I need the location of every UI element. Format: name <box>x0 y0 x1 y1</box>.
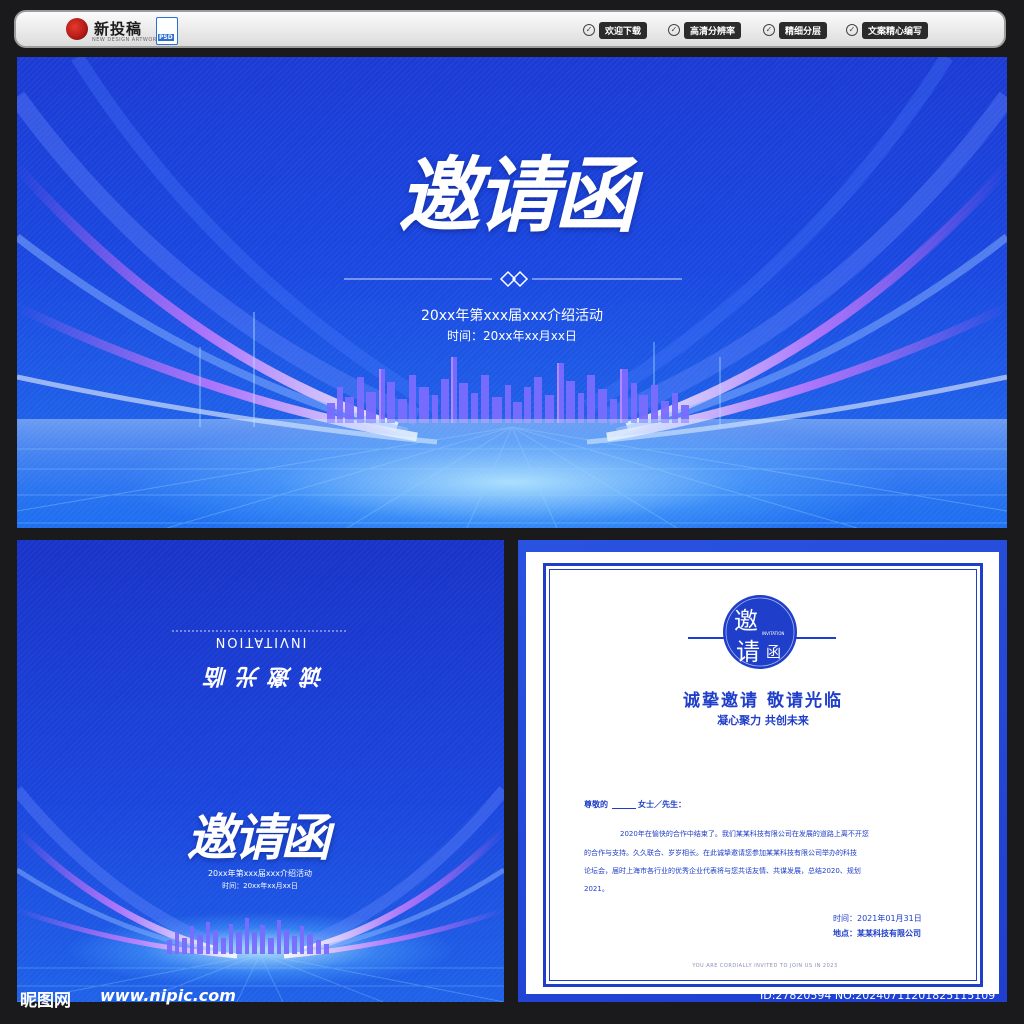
check-icon: ✓ <box>668 24 680 36</box>
back-title: 邀请函 <box>186 809 331 867</box>
back-time-line: 时间：20xx年xx月xx日 <box>222 882 298 890</box>
logo-text: 新投稿 <box>94 20 143 38</box>
letter-body-line: 论坛会，届时上海市各行业的优秀企业代表将与您共话友情、共谋发展，总结2020、规… <box>584 867 861 875</box>
salutation-prefix: 尊敬的 <box>584 800 608 809</box>
cover-back-panel: INVITATION 诚邀光临 邀请函 20xx年第xxx届xxx介绍活动 时间… <box>17 540 504 1002</box>
back-event-line: 20xx年第xxx届xxx介绍活动 <box>207 869 313 878</box>
feature-hd: ✓ 高清分辨率 <box>668 21 742 39</box>
watermark-site-name: 昵图网 <box>20 991 71 1011</box>
main-title: 邀请函 <box>398 149 636 244</box>
seal-ornament <box>688 595 836 669</box>
salutation-blank <box>612 808 636 809</box>
watermark-url: www.nipic.com <box>100 986 236 1005</box>
event-line: 20xx年第xxx届xxx介绍活动 <box>420 308 604 324</box>
psd-badge: PSD <box>158 34 174 41</box>
feature-label: 高清分辨率 <box>684 21 742 39</box>
slogan-text: 诚邀光临 <box>196 663 325 689</box>
letter-subline: 凝心聚力 共创未来 <box>717 714 809 727</box>
letter-body-line: 2021。 <box>584 885 609 893</box>
light-streaks <box>17 630 504 1002</box>
letter-date: 时间：2021年01月31日 <box>833 914 922 923</box>
check-icon: ✓ <box>846 24 858 36</box>
feature-layers: ✓ 精细分层 <box>763 21 828 39</box>
seal-char-1: 邀 <box>734 607 758 635</box>
letter-body-line: 的合作与支持。久久联合、岁岁相长。在此诚挚邀请您参加某某科技有限公司举办的科技 <box>584 849 857 857</box>
logo-icon <box>66 18 88 40</box>
feature-label: 欢迎下载 <box>599 21 648 39</box>
letter-place: 地点：某某科技有限公司 <box>833 929 921 938</box>
light-streaks <box>17 57 1007 528</box>
feature-copy: ✓ 文案精心编写 <box>846 21 929 39</box>
letter-body-line: 2020年在愉快的合作中结束了。我们某某科技有限公司在发展的道路上离不开您 <box>620 830 869 838</box>
feature-label: 文案精心编写 <box>862 21 929 39</box>
logo-subtext: NEW DESIGN ARTWORK <box>92 37 161 43</box>
invitation-en-text: INVITATION <box>213 634 307 649</box>
check-icon: ✓ <box>763 24 775 36</box>
feature-label: 精细分层 <box>779 21 828 39</box>
seal-char-3: 函 <box>766 643 782 661</box>
check-icon: ✓ <box>583 24 595 36</box>
salutation-suffix: 女士／先生： <box>638 800 686 809</box>
letter-headline: 诚挚邀请 敬请光临 <box>683 691 843 711</box>
psd-file-icon: PSD <box>156 17 178 45</box>
cover-front-panel: 邀请函 20xx年第xxx届xxx介绍活动 时间：20xx年xx月xx日 <box>17 57 1007 528</box>
header-bar: 新投稿 NEW DESIGN ARTWORK PSD ✓ 欢迎下载 ✓ 高清分辨… <box>14 10 1006 48</box>
letter-footer-en: YOU ARE CORDIALLY INVITED TO JOIN US IN … <box>692 963 838 969</box>
watermark-id: ID:27820594 NO:20240711201825115109 <box>760 989 996 1002</box>
seal-char-2: 请 <box>736 638 760 666</box>
feature-download: ✓ 欢迎下载 <box>583 21 648 39</box>
seal-en-text: INVITATION <box>762 631 785 636</box>
time-line: 时间：20xx年xx月xx日 <box>447 329 577 343</box>
